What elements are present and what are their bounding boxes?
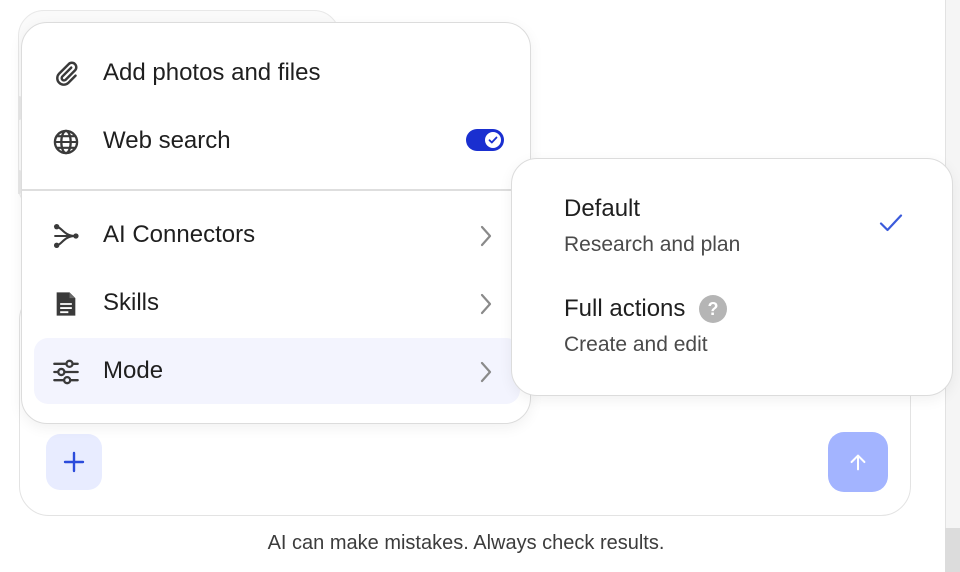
menu-item-web-search[interactable]: Web search [34, 108, 520, 174]
globe-icon [52, 128, 80, 156]
menu-item-ai-connectors[interactable]: AI Connectors [34, 202, 520, 268]
attachment-menu: Add photos and files Web search AI Conne… [21, 22, 531, 424]
menu-item-add-photos-files[interactable]: Add photos and files [34, 40, 520, 106]
connectors-icon [52, 222, 80, 250]
chevron-right-icon [474, 290, 498, 318]
menu-item-label: Skills [103, 289, 160, 316]
arrow-up-icon [850, 454, 866, 471]
mode-option-description: Create and edit [564, 333, 708, 356]
mode-option-title: Full actions [564, 295, 686, 322]
web-search-toggle[interactable] [466, 129, 504, 151]
send-button[interactable] [828, 432, 888, 492]
mode-submenu: Default Research and plan Full actions C… [511, 158, 953, 396]
help-icon[interactable]: ? [699, 295, 727, 323]
chevron-right-icon [474, 222, 498, 250]
menu-item-label: Mode [103, 357, 164, 384]
toggle-knob [485, 132, 501, 148]
chat-app-window: AI can make mistakes. Always check resul… [0, 0, 960, 572]
mode-option-description: Research and plan [564, 233, 741, 256]
menu-divider [22, 189, 529, 191]
paperclip-icon [52, 60, 80, 88]
menu-item-skills[interactable]: Skills [34, 270, 520, 336]
check-small-icon [488, 136, 498, 144]
attach-plus-button[interactable] [46, 434, 102, 490]
plus-icon [63, 451, 85, 473]
scrollbar-corner [945, 528, 960, 572]
mode-option-title: Default [564, 195, 641, 222]
disclaimer-text: AI can make mistakes. Always check resul… [267, 532, 665, 554]
mode-option-full-actions[interactable]: Full actions Create and edit [512, 279, 952, 369]
check-icon [879, 214, 903, 232]
menu-item-label: Web search [103, 127, 231, 154]
menu-item-mode[interactable]: Mode [34, 338, 520, 404]
menu-item-label: AI Connectors [103, 221, 256, 248]
document-icon [52, 290, 80, 318]
menu-item-label: Add photos and files [103, 59, 321, 86]
sliders-icon [52, 358, 80, 386]
chevron-right-icon [474, 358, 498, 386]
